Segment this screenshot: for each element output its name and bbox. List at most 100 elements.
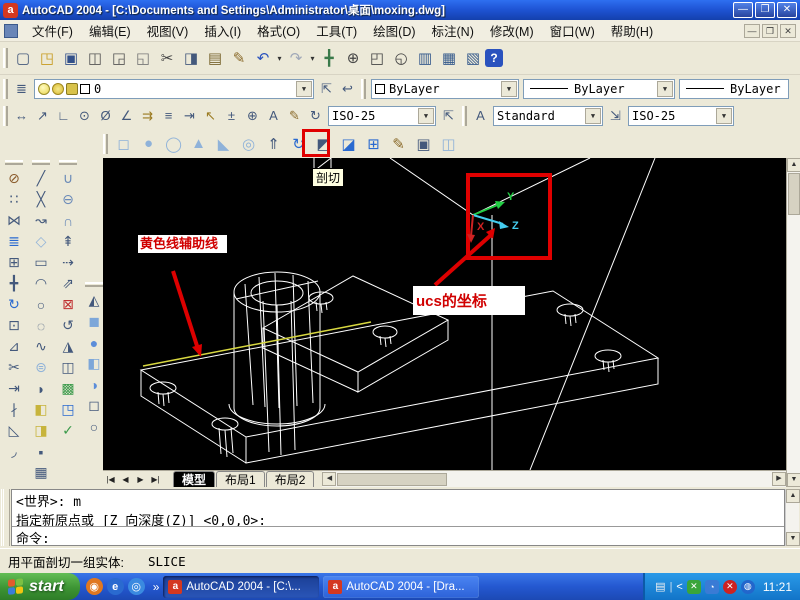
erase-icon[interactable]: ⊘	[3, 168, 25, 189]
quick-dimension-icon[interactable]: ⇉	[137, 105, 158, 126]
clean-icon[interactable]: ✓	[57, 420, 79, 441]
save-icon[interactable]: ▣	[59, 46, 83, 70]
color-faces-icon[interactable]: ▩	[57, 378, 79, 399]
dim-style-combo-arrow[interactable]: ▼	[418, 108, 434, 124]
trim-icon[interactable]: ✂	[3, 357, 25, 378]
tolerance-icon[interactable]: ±	[221, 105, 242, 126]
toolbar-grip[interactable]	[5, 160, 23, 165]
menu-file[interactable]: 文件(F)	[24, 19, 81, 42]
construction-line-icon[interactable]: ╳	[30, 189, 52, 210]
scale-icon[interactable]: ⊡	[3, 315, 25, 336]
solids-check-icon[interactable]: ▣	[411, 131, 436, 156]
start-button[interactable]: start	[0, 573, 80, 600]
quick-leader-icon[interactable]: ↖	[200, 105, 221, 126]
mirror-icon[interactable]: ⋈	[3, 210, 25, 231]
stretch-icon[interactable]: ⊿	[3, 336, 25, 357]
keyboard-tray-icon[interactable]: ▤	[655, 580, 665, 593]
linetype-combo[interactable]: ByLayer ▼	[523, 79, 675, 99]
doc-minimize-button[interactable]: —	[744, 24, 760, 38]
revision-cloud-icon[interactable]: ◌	[30, 315, 52, 336]
scroll-down-button[interactable]: ▼	[787, 473, 800, 487]
delete-faces-icon[interactable]: ⊠	[57, 294, 79, 315]
doc-restore-button[interactable]: ❐	[762, 24, 778, 38]
horizontal-scroll-thumb[interactable]	[337, 473, 447, 486]
dimension-text-edit-icon[interactable]: A	[263, 105, 284, 126]
dim-style2-combo[interactable]: ISO-25 ▼	[628, 106, 734, 126]
extend-icon[interactable]: ⇥	[3, 378, 25, 399]
dimension-style-button[interactable]: ⇱	[438, 105, 459, 126]
app-tray-icon[interactable]: ◔	[705, 580, 719, 594]
copy-object-icon[interactable]: ∷	[3, 189, 25, 210]
command-input[interactable]: 命令:	[12, 527, 784, 545]
subtract-icon[interactable]: ⊖	[57, 189, 79, 210]
point-icon[interactable]: ▪	[30, 441, 52, 462]
dim-style-combo[interactable]: ISO-25 ▼	[328, 106, 436, 126]
toolbar-grip[interactable]	[3, 79, 8, 99]
menu-dimension[interactable]: 标注(N)	[424, 19, 482, 42]
toolbar-grip[interactable]	[59, 160, 77, 165]
redo-dropdown-icon[interactable]: ▾	[308, 46, 317, 70]
paste-icon[interactable]: ▤	[203, 46, 227, 70]
text-style-combo[interactable]: Standard ▼	[493, 106, 603, 126]
wireframe-2d-icon[interactable]: ◻	[83, 395, 105, 416]
spline-icon[interactable]: ∿	[30, 336, 52, 357]
tab-last-button[interactable]: ▶|	[148, 472, 163, 487]
gouraud-shaded-icon[interactable]: ●	[83, 332, 105, 353]
tool-palettes-icon[interactable]: ▧	[461, 46, 485, 70]
menu-format[interactable]: 格式(O)	[249, 19, 308, 42]
ordinate-dimension-icon[interactable]: ∟	[53, 105, 74, 126]
baseline-dimension-icon[interactable]: ≡	[158, 105, 179, 126]
move-icon[interactable]: ╋	[3, 273, 25, 294]
command-scroll-down[interactable]: ▼	[786, 532, 800, 546]
torus-icon[interactable]: ◎	[236, 131, 261, 156]
doc-close-button[interactable]: ✕	[780, 24, 796, 38]
zoom-previous-icon[interactable]: ◵	[389, 46, 413, 70]
pan-icon[interactable]: ╋	[317, 46, 341, 70]
menu-help[interactable]: 帮助(H)	[603, 19, 661, 42]
color-combo-arrow[interactable]: ▼	[501, 81, 517, 97]
tab-model[interactable]: 模型	[173, 471, 215, 487]
plot-icon[interactable]: ◫	[83, 46, 107, 70]
menu-draw[interactable]: 绘图(D)	[365, 19, 423, 42]
zoom-window-icon[interactable]: ◰	[365, 46, 389, 70]
polygon-icon[interactable]: ◇	[30, 231, 52, 252]
tray-separator[interactable]: |	[670, 581, 673, 593]
messenger-tray-icon[interactable]: ✕	[687, 580, 701, 594]
style-manager-button[interactable]: ⇲	[605, 105, 626, 126]
fillet-icon[interactable]: ◞	[3, 441, 25, 462]
make-block-icon[interactable]: ◨	[30, 420, 52, 441]
continue-dimension-icon[interactable]: ⇥	[179, 105, 200, 126]
dimension-update-icon[interactable]: ↻	[305, 105, 326, 126]
match-properties-icon[interactable]: ✎	[227, 46, 251, 70]
toolbar-grip[interactable]	[103, 134, 108, 154]
properties-icon[interactable]: ▥	[413, 46, 437, 70]
arc-icon[interactable]: ◠	[30, 273, 52, 294]
tab-layout2[interactable]: 布局2	[266, 471, 315, 487]
box-icon[interactable]: ◻	[111, 131, 136, 156]
gouraud-shaded-edges-icon[interactable]: ◑	[83, 374, 105, 395]
array-icon[interactable]: ⊞	[3, 252, 25, 273]
ellipse-arc-icon[interactable]: ◗	[30, 378, 52, 399]
text-style-combo-arrow[interactable]: ▼	[585, 108, 601, 124]
break-icon[interactable]: ∤	[3, 399, 25, 420]
tab-prev-button[interactable]: ◀	[118, 472, 133, 487]
close-button[interactable]: ✕	[777, 2, 797, 18]
tray-chevron-icon[interactable]: <	[676, 581, 682, 593]
solids-separate-icon[interactable]: ◫	[436, 131, 461, 156]
lineweight-combo[interactable]: ByLayer	[679, 79, 789, 99]
make-object-layer-button[interactable]: ⇱	[316, 78, 337, 99]
flat-shaded-edges-icon[interactable]: ◧	[83, 353, 105, 374]
tab-next-button[interactable]: ▶	[133, 472, 148, 487]
media-player-quicklaunch-icon[interactable]: ◉	[86, 578, 103, 595]
linetype-combo-arrow[interactable]: ▼	[657, 81, 673, 97]
security-alert-tray-icon[interactable]: ✕	[723, 580, 737, 594]
task-button-active[interactable]: a AutoCAD 2004 - [C:\...	[163, 576, 319, 598]
command-scroll-up[interactable]: ▲	[786, 489, 800, 503]
open-icon[interactable]: ◳	[35, 46, 59, 70]
solids-edit-icon[interactable]: ✎	[386, 131, 411, 156]
toolbar-grip[interactable]	[32, 160, 50, 165]
publish-icon[interactable]: ◱	[131, 46, 155, 70]
explorer-quicklaunch-icon[interactable]: ◎	[128, 578, 145, 595]
vertical-scrollbar[interactable]: ▲ ▼	[786, 158, 800, 487]
extrude-faces-icon[interactable]: ⇞	[57, 231, 79, 252]
